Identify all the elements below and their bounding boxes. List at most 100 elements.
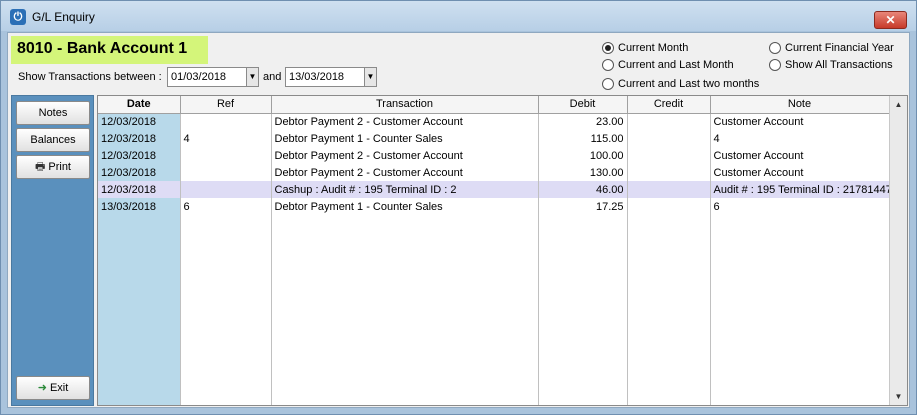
account-title: 8010 - Bank Account 1 — [11, 36, 208, 64]
table-row[interactable]: 12/03/2018 Debtor Payment 2 - Customer A… — [98, 164, 890, 181]
cell-debit: 100.00 — [538, 147, 628, 164]
empty-filler-row — [98, 215, 890, 405]
cell-transaction: Debtor Payment 1 - Counter Sales — [271, 130, 539, 147]
printer-icon: 🖶 — [34, 161, 46, 173]
filler-cell — [627, 215, 711, 405]
radio-current-financial-year[interactable]: Current Financial Year — [769, 41, 894, 55]
notes-button[interactable]: Notes — [16, 101, 90, 125]
cell-transaction: Cashup : Audit # : 195 Terminal ID : 2 — [271, 181, 539, 198]
cell-ref — [180, 181, 272, 198]
cell-credit — [627, 130, 711, 147]
to-date-field[interactable]: 13/03/2018 — [285, 67, 365, 87]
exit-button[interactable]: ➜ Exit — [16, 376, 90, 400]
print-button-label: Print — [48, 161, 71, 173]
radio-current-and-last-two-months[interactable]: Current and Last two months — [602, 77, 759, 91]
table-row-selected[interactable]: 12/03/2018 Cashup : Audit # : 195 Termin… — [98, 181, 890, 198]
transactions-table: Date Ref Transaction Debit Credit Note 1… — [98, 96, 890, 405]
column-header-date[interactable]: Date — [98, 96, 181, 114]
power-icon: ⏻ — [10, 9, 26, 25]
cell-debit: 130.00 — [538, 164, 628, 181]
close-button[interactable]: ✕ — [874, 11, 907, 29]
radio-label: Show All Transactions — [785, 59, 893, 71]
column-header-debit[interactable]: Debit — [538, 96, 628, 114]
cell-date: 12/03/2018 — [98, 164, 181, 181]
filler-cell — [271, 215, 539, 405]
cell-date: 12/03/2018 — [98, 130, 181, 147]
gl-enquiry-window: ⏻ G/L Enquiry ✕ 8010 - Bank Account 1 Sh… — [0, 0, 917, 415]
cell-note: Audit # : 195 Terminal ID : 21781447 — [710, 181, 890, 198]
cell-note: 6 — [710, 198, 890, 215]
radio-label: Current and Last two months — [618, 78, 760, 90]
filler-cell — [98, 215, 181, 405]
radio-show-all-transactions[interactable]: Show All Transactions — [769, 58, 893, 72]
to-date-dropdown[interactable]: ▼ — [364, 67, 377, 87]
side-panel: Notes Balances 🖶 Print ➜ Exit — [11, 95, 94, 406]
transactions-grid[interactable]: Date Ref Transaction Debit Credit Note 1… — [97, 95, 908, 406]
client-area: 8010 - Bank Account 1 Show Transactions … — [7, 32, 910, 408]
radio-dot[interactable] — [602, 59, 614, 71]
filler-cell — [180, 215, 272, 405]
table-row[interactable]: 13/03/2018 6 Debtor Payment 1 - Counter … — [98, 198, 890, 215]
cell-debit: 23.00 — [538, 113, 628, 130]
filler-cell — [538, 215, 628, 405]
cell-date: 12/03/2018 — [98, 147, 181, 164]
cell-ref — [180, 113, 272, 130]
window-title: G/L Enquiry — [32, 10, 95, 24]
exit-icon: ➜ — [37, 382, 47, 394]
table-row[interactable]: 12/03/2018 Debtor Payment 2 - Customer A… — [98, 147, 890, 164]
cell-credit — [627, 198, 711, 215]
exit-button-label: Exit — [49, 382, 69, 394]
radio-dot[interactable] — [602, 78, 614, 90]
header-row: Date Ref Transaction Debit Credit Note — [98, 96, 890, 114]
radio-dot[interactable] — [769, 42, 781, 54]
column-header-transaction[interactable]: Transaction — [271, 96, 539, 114]
balances-button-label: Balances — [30, 134, 76, 146]
from-date-field[interactable]: 01/03/2018 — [167, 67, 247, 87]
column-header-ref[interactable]: Ref — [180, 96, 272, 114]
column-header-credit[interactable]: Credit — [627, 96, 711, 114]
cell-transaction: Debtor Payment 1 - Counter Sales — [271, 198, 539, 215]
cell-note: Customer Account — [710, 113, 890, 130]
and-label: and — [263, 71, 282, 83]
column-header-note[interactable]: Note — [710, 96, 890, 114]
cell-debit: 46.00 — [538, 181, 628, 198]
balances-button[interactable]: Balances — [16, 128, 90, 152]
print-button[interactable]: 🖶 Print — [16, 155, 90, 179]
cell-date: 12/03/2018 — [98, 113, 181, 130]
radio-label: Current Month — [618, 42, 689, 54]
cell-transaction: Debtor Payment 2 - Customer Account — [271, 113, 539, 130]
radio-dot[interactable] — [769, 59, 781, 71]
cell-note: Customer Account — [710, 147, 890, 164]
cell-credit — [627, 147, 711, 164]
cell-ref — [180, 147, 272, 164]
from-date-dropdown[interactable]: ▼ — [246, 67, 259, 87]
cell-debit: 115.00 — [538, 130, 628, 147]
radio-label: Current Financial Year — [785, 42, 894, 54]
chevron-up-icon[interactable]: ▲ — [890, 96, 907, 113]
cell-debit: 17.25 — [538, 198, 628, 215]
radio-label: Current and Last Month — [618, 59, 734, 71]
cell-note: Customer Account — [710, 164, 890, 181]
cell-credit — [627, 181, 711, 198]
cell-ref: 4 — [180, 130, 272, 147]
cell-ref — [180, 164, 272, 181]
radio-current-month[interactable]: Current Month — [602, 41, 688, 55]
radio-dot[interactable] — [602, 42, 614, 54]
notes-button-label: Notes — [38, 107, 68, 119]
filler-cell — [710, 215, 890, 405]
table-row[interactable]: 12/03/2018 Debtor Payment 2 - Customer A… — [98, 113, 890, 130]
chevron-down-icon[interactable]: ▼ — [890, 388, 907, 405]
cell-transaction: Debtor Payment 2 - Customer Account — [271, 164, 539, 181]
cell-credit — [627, 164, 711, 181]
title-bar: ⏻ G/L Enquiry ✕ — [1, 1, 916, 31]
radio-current-and-last-month[interactable]: Current and Last Month — [602, 58, 734, 72]
show-transactions-label: Show Transactions between : — [18, 71, 162, 83]
cell-credit — [627, 113, 711, 130]
table-row[interactable]: 12/03/2018 4 Debtor Payment 1 - Counter … — [98, 130, 890, 147]
cell-note: 4 — [710, 130, 890, 147]
vertical-scrollbar[interactable]: ▲ ▼ — [889, 96, 907, 405]
cell-date: 12/03/2018 — [98, 181, 181, 198]
cell-date: 13/03/2018 — [98, 198, 181, 215]
cell-ref: 6 — [180, 198, 272, 215]
cell-transaction: Debtor Payment 2 - Customer Account — [271, 147, 539, 164]
